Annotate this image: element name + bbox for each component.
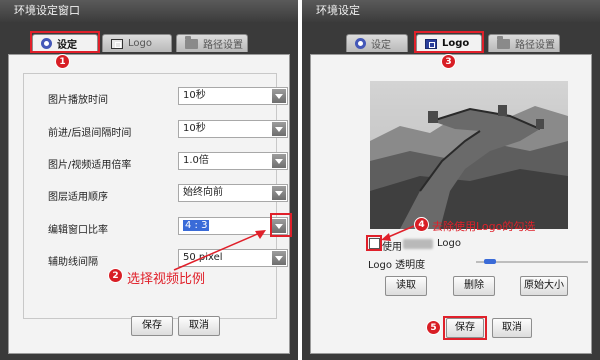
step-badge-5: 5 — [426, 320, 441, 335]
step-4-annotation: 去除使用Logo的勾选 — [432, 220, 536, 233]
step-4-arrow-icon — [381, 225, 415, 241]
step-badge-4: 4 — [414, 217, 429, 232]
